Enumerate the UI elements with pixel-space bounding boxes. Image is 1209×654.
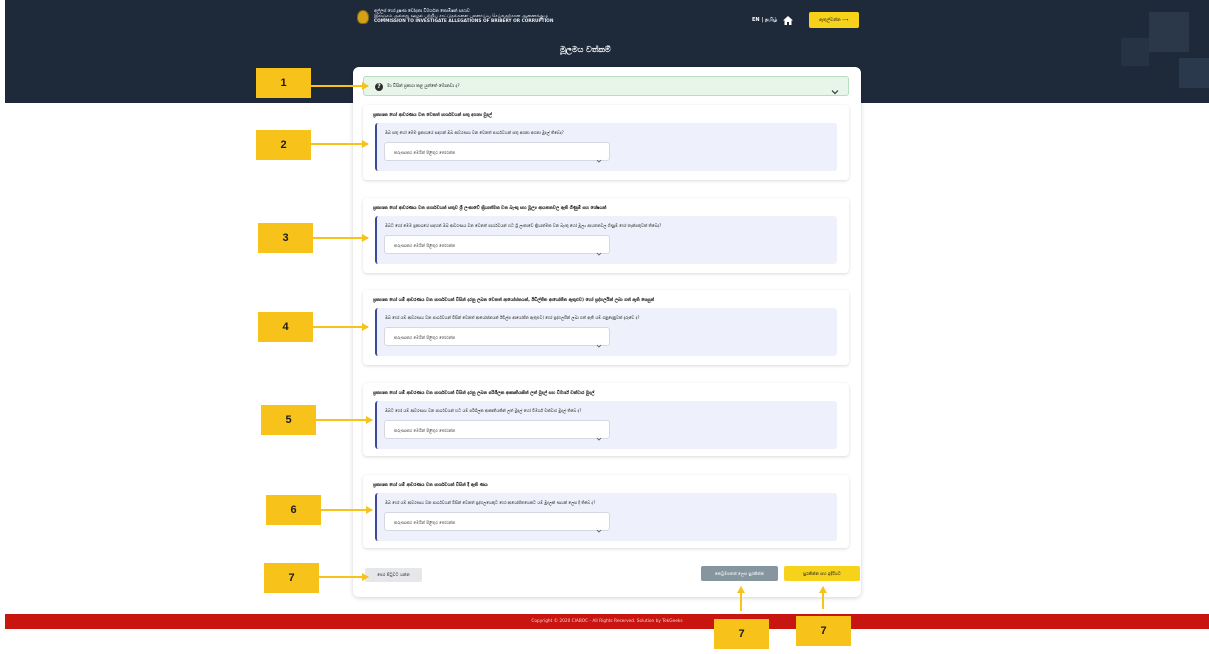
annotation-callout: 4 xyxy=(258,312,313,342)
annotation-callout: 7 xyxy=(264,563,319,593)
page: අල්ලස් හෝ දූෂණ චෝදනා විමර්ශන කොමිෂන් සභා… xyxy=(0,0,1209,654)
annotation-callout: 5 xyxy=(261,405,316,435)
annotation-callout: 3 xyxy=(258,223,313,253)
annotation-callout: 7 xyxy=(796,616,851,646)
annotation-callout: 7 xyxy=(714,619,769,649)
annotation-callout: 2 xyxy=(256,130,311,160)
annotation-arrows xyxy=(311,82,827,611)
annotation-callout: 1 xyxy=(256,68,311,98)
annotation-callout: 6 xyxy=(266,495,321,525)
